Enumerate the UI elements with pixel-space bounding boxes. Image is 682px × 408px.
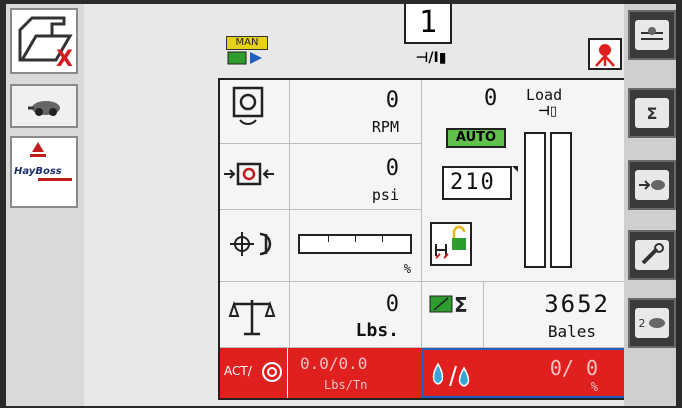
act-icon-cell: ACT/ bbox=[220, 348, 288, 398]
folder-delete-icon: X bbox=[18, 16, 73, 72]
delete-x-label: X bbox=[56, 47, 73, 72]
bale-total-icon: Σ bbox=[429, 293, 468, 317]
scale-icon bbox=[228, 300, 276, 336]
wrench-button[interactable] bbox=[628, 230, 676, 280]
bale-counter-sub: ⊣/Ⅰ▮ bbox=[415, 50, 447, 66]
main-data-panel: 0 RPM 0 psi % 0 Load ⊣▯ AUTO 210 0 Lbs. … bbox=[218, 78, 628, 400]
bale-count-readout: 3652 Bales bbox=[484, 282, 626, 348]
moisture-unit: % bbox=[403, 262, 411, 276]
load-sub-label: ⊣▯ bbox=[538, 104, 558, 119]
machine-settings-button[interactable] bbox=[628, 160, 676, 210]
rpm-icon-cell bbox=[220, 80, 290, 144]
rpm-readout: 0 RPM bbox=[290, 80, 422, 144]
preservative-value: 0/ 0 bbox=[549, 356, 598, 380]
tie-lock-button[interactable] bbox=[430, 222, 472, 266]
bale-total-icon-cell: Σ bbox=[422, 282, 484, 348]
hayboss-button[interactable]: HayBoss bbox=[10, 136, 78, 208]
bale-total-sigma-icon: Σ bbox=[635, 98, 669, 128]
alarm-light-icon bbox=[595, 44, 615, 67]
rpm-value: 0 bbox=[385, 88, 399, 113]
pressure-icon bbox=[224, 162, 274, 186]
scale-icon-cell bbox=[220, 282, 290, 348]
moisture-bar-cell: % bbox=[290, 210, 422, 282]
machine-arrow-icon bbox=[635, 170, 669, 200]
gear-rotation-icon bbox=[232, 86, 264, 125]
speed-button[interactable] bbox=[10, 84, 78, 128]
act-rate-value: 0.0/0.0 bbox=[300, 354, 368, 373]
weight-unit: Lbs. bbox=[355, 320, 399, 341]
monitor-arrow-icon bbox=[227, 51, 262, 65]
wrench-icon bbox=[635, 240, 669, 270]
bale-counter-value: 1 bbox=[418, 5, 438, 40]
man-label: MAN bbox=[226, 36, 268, 50]
preservative-panel[interactable]: 0/ 0 % bbox=[422, 348, 626, 398]
load-setpoint-field[interactable]: 210 bbox=[442, 166, 512, 200]
bale-count-value: 3652 bbox=[544, 290, 610, 318]
alarm-button[interactable] bbox=[588, 38, 622, 70]
act-label: ACT/ bbox=[224, 364, 252, 378]
auto-tie-icon bbox=[635, 20, 669, 50]
left-button-column: X HayBoss bbox=[6, 4, 84, 406]
man-mode-indicator[interactable]: MAN bbox=[226, 36, 268, 68]
bale-total-button[interactable]: Σ bbox=[628, 88, 676, 138]
speed-icon bbox=[28, 101, 60, 116]
rpm-unit: RPM bbox=[371, 118, 399, 136]
moisture-icon-cell bbox=[220, 210, 290, 282]
folder-delete-button[interactable]: X bbox=[10, 8, 78, 74]
setpoint-corner-marker bbox=[512, 166, 518, 172]
bale-counter-box: 1 bbox=[404, 4, 452, 44]
pressure-unit: psi bbox=[371, 186, 399, 204]
hayboss-label: HayBoss bbox=[14, 166, 62, 177]
svg-text:Σ: Σ bbox=[454, 293, 468, 317]
target-ring-icon bbox=[262, 362, 282, 382]
act-rate-unit: Lbs/Tn bbox=[324, 378, 368, 392]
right-button-column: Σ 2 bbox=[624, 4, 676, 406]
unlock-icon bbox=[435, 225, 466, 259]
load-bar-left bbox=[524, 132, 546, 268]
hayboss-logo-icon: HayBoss bbox=[14, 142, 72, 181]
preservative-drop-icon bbox=[432, 362, 470, 387]
auto-tie-button[interactable] bbox=[628, 10, 676, 60]
act-rate-panel[interactable]: ACT/ 0.0/0.0 Lbs/Tn bbox=[220, 348, 422, 398]
moisture-sensor-icon bbox=[230, 232, 272, 256]
preservative-unit: % bbox=[590, 380, 598, 394]
moisture-bar bbox=[298, 234, 412, 254]
load-setpoint-value: 210 bbox=[450, 170, 496, 195]
load-label: Load bbox=[526, 86, 563, 104]
auto-mode-badge[interactable]: AUTO bbox=[446, 128, 506, 148]
load-bar-right bbox=[550, 132, 572, 268]
bale-total-sigma-label: Σ bbox=[646, 103, 658, 123]
bale-count-unit: Bales bbox=[547, 322, 596, 341]
load-value: 0 bbox=[484, 86, 498, 111]
second-bale-label: 2 bbox=[638, 316, 646, 330]
pressure-value: 0 bbox=[385, 156, 399, 181]
pressure-icon-cell bbox=[220, 144, 290, 210]
pressure-readout: 0 psi bbox=[290, 144, 422, 210]
top-status-bar: MAN 1 ⊣/Ⅰ▮ bbox=[218, 4, 628, 76]
second-bale-button[interactable]: 2 bbox=[628, 298, 676, 348]
display-screen: X HayBoss MAN 1 ⊣/Ⅰ▮ 0 RPM 0 psi % 0 Loa… bbox=[6, 4, 676, 406]
second-bale-icon: 2 bbox=[635, 308, 669, 338]
weight-readout: 0 Lbs. bbox=[290, 282, 422, 348]
weight-value: 0 bbox=[385, 292, 399, 317]
